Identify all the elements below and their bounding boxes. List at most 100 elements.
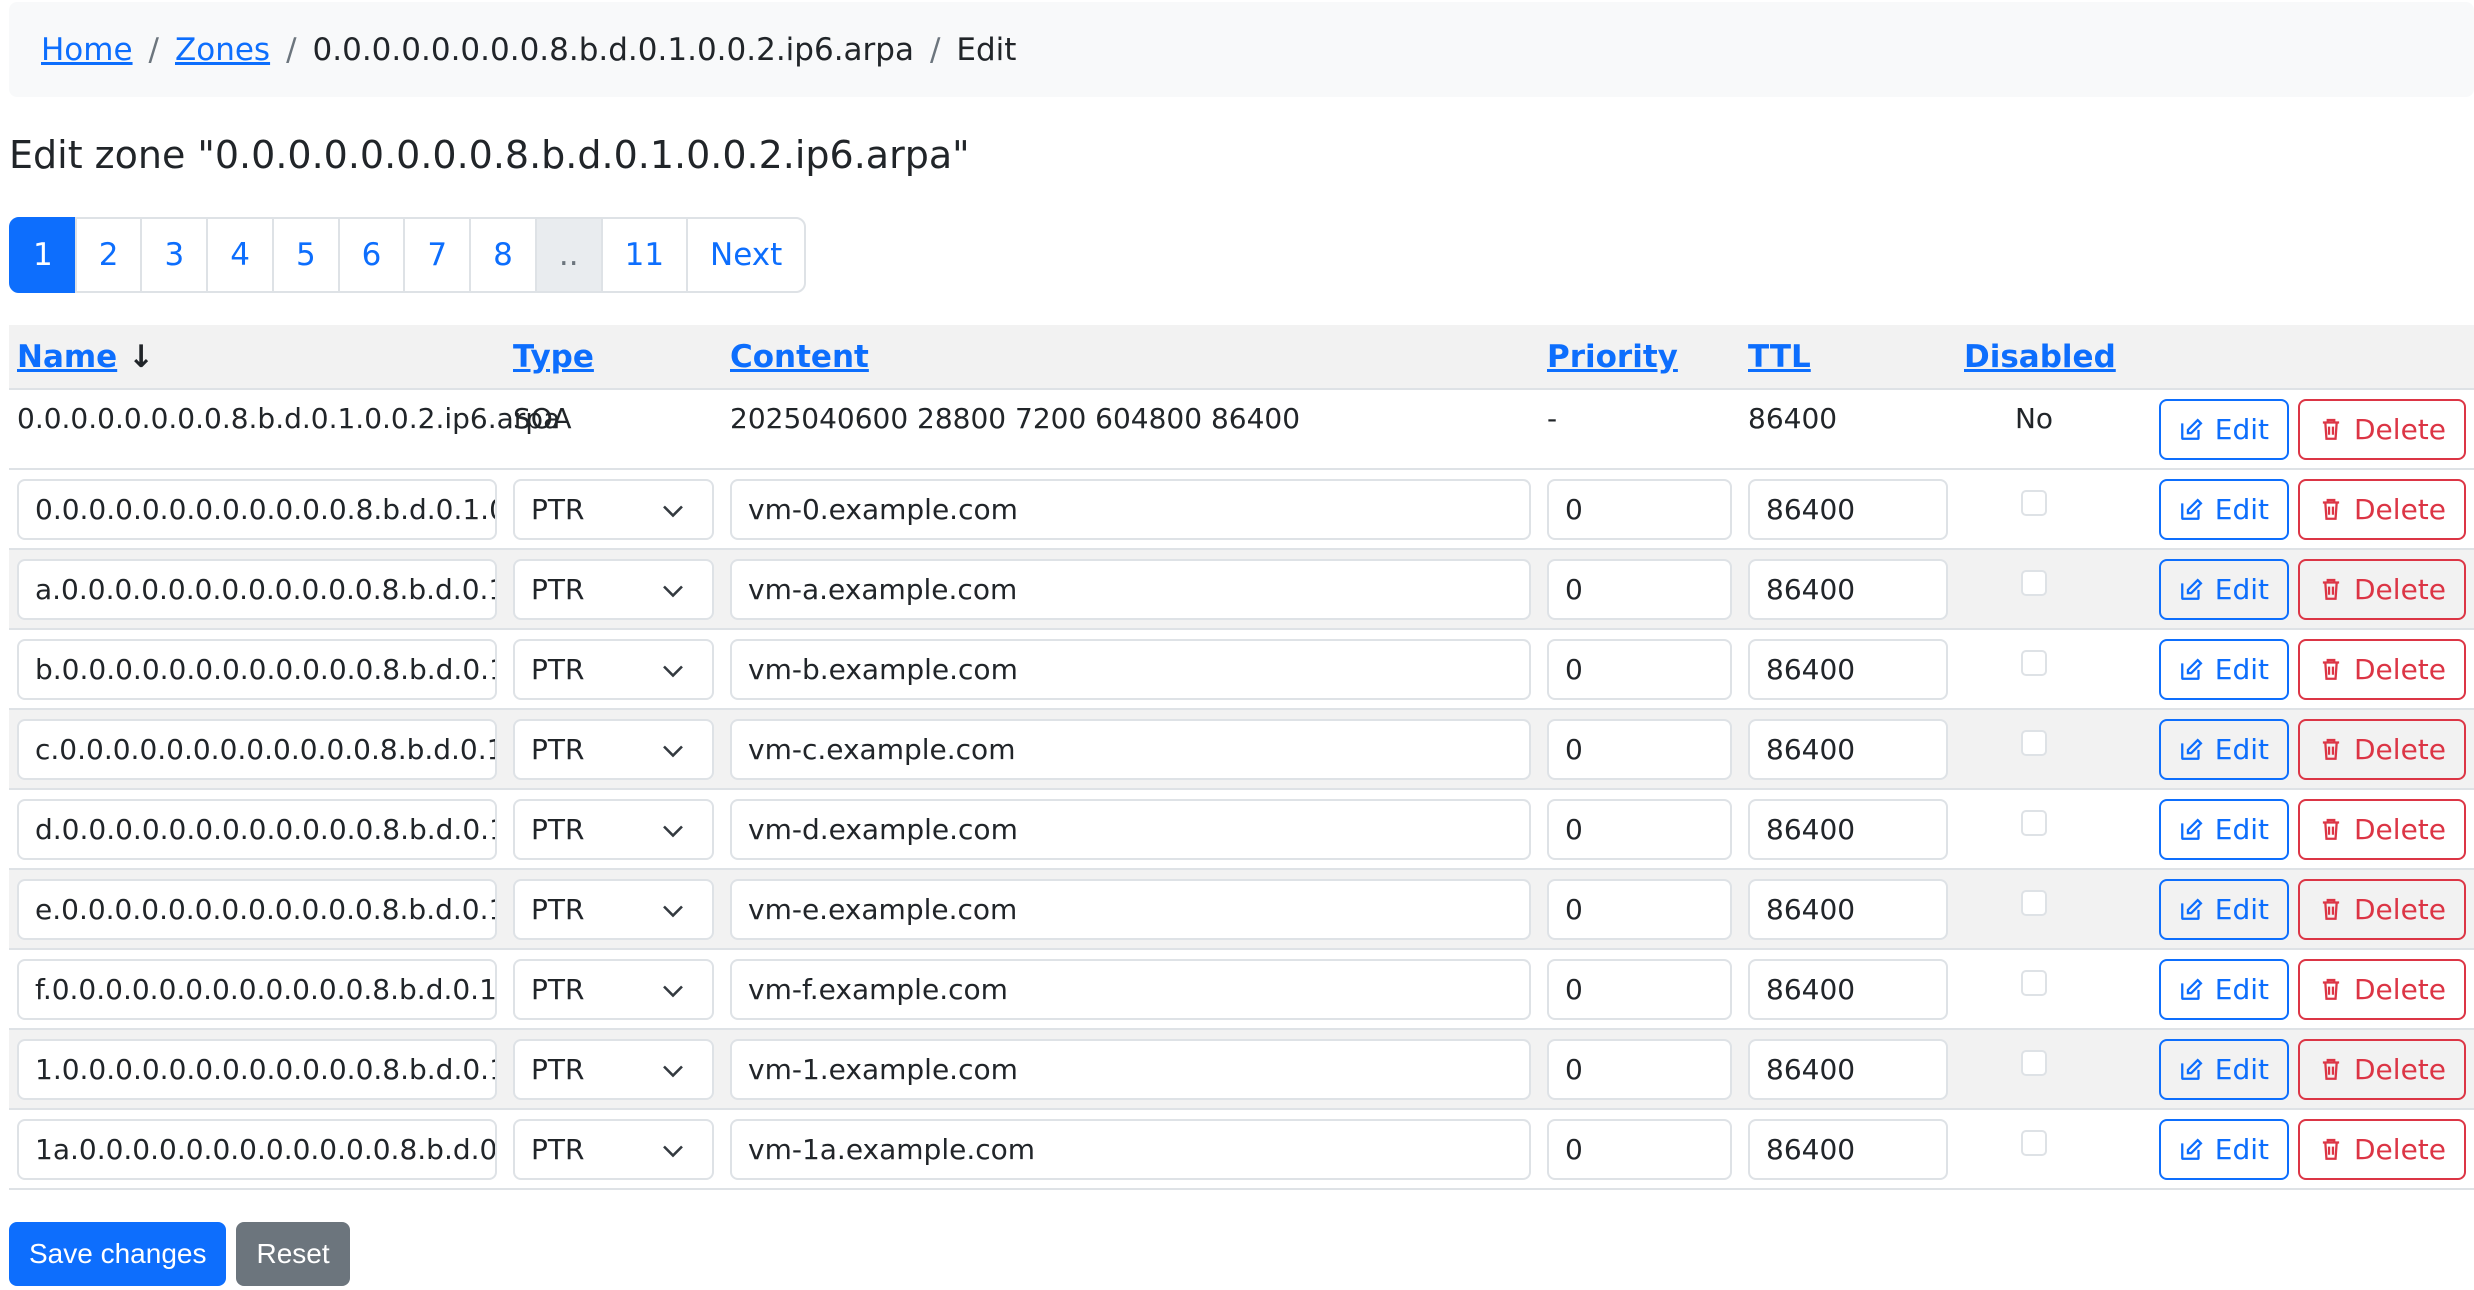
save-changes-button[interactable]: Save changes: [9, 1222, 227, 1286]
content-input[interactable]: vm-1.example.com: [730, 1038, 1531, 1100]
type-select[interactable]: PTR: [513, 878, 714, 940]
page-link-6[interactable]: 6: [337, 217, 406, 293]
page-link-4[interactable]: 4: [206, 217, 274, 293]
priority-input[interactable]: 0: [1547, 798, 1732, 860]
edit-button[interactable]: Edit: [2158, 718, 2289, 780]
priority-input[interactable]: 0: [1547, 478, 1732, 540]
header-content[interactable]: Content: [722, 325, 1539, 390]
delete-button[interactable]: Delete: [2298, 638, 2466, 700]
delete-button[interactable]: Delete: [2298, 878, 2466, 940]
name-input[interactable]: a.0.0.0.0.0.0.0.0.0.0.0.0.8.b.d.0.1.0.0.: [17, 558, 497, 620]
name-input[interactable]: 1.0.0.0.0.0.0.0.0.0.0.0.0.8.b.d.0.1.0.0.…: [17, 1038, 497, 1100]
edit-button[interactable]: Edit: [2158, 398, 2289, 460]
sort-content-link[interactable]: Content: [730, 339, 869, 375]
content-input[interactable]: vm-f.example.com: [730, 958, 1531, 1020]
priority-input[interactable]: 0: [1547, 1038, 1732, 1100]
name-input[interactable]: e.0.0.0.0.0.0.0.0.0.0.0.0.8.b.d.0.1.0.0.: [17, 878, 497, 940]
type-select[interactable]: PTR: [513, 638, 714, 700]
content-input[interactable]: vm-e.example.com: [730, 878, 1531, 940]
edit-button[interactable]: Edit: [2158, 558, 2289, 620]
page-link-11[interactable]: 11: [600, 217, 689, 293]
edit-button[interactable]: Edit: [2158, 638, 2289, 700]
disabled-checkbox[interactable]: [2021, 810, 2047, 836]
ttl-input[interactable]: 86400: [1748, 638, 1948, 700]
content-input[interactable]: vm-a.example.com: [730, 558, 1531, 620]
content-input[interactable]: vm-0.example.com: [730, 478, 1531, 540]
page-link-1[interactable]: 1: [9, 217, 77, 293]
ttl-input[interactable]: 86400: [1748, 878, 1948, 940]
page-link-8[interactable]: 8: [469, 217, 537, 293]
type-select[interactable]: PTR: [513, 958, 714, 1020]
delete-button[interactable]: Delete: [2298, 958, 2466, 1020]
page-link-next[interactable]: Next: [686, 217, 807, 293]
delete-button[interactable]: Delete: [2298, 398, 2466, 460]
ttl-input[interactable]: 86400: [1748, 1038, 1948, 1100]
name-input[interactable]: 0.0.0.0.0.0.0.0.0.0.0.0.8.b.d.0.1.0.0.: [17, 478, 497, 540]
name-input[interactable]: f.0.0.0.0.0.0.0.0.0.0.0.0.8.b.d.0.1.0.0.…: [17, 958, 497, 1020]
disabled-checkbox[interactable]: [2021, 570, 2047, 596]
content-input[interactable]: vm-1a.example.com: [730, 1118, 1531, 1180]
sort-disabled-link[interactable]: Disabled: [1964, 339, 2116, 375]
sort-priority-link[interactable]: Priority: [1547, 339, 1678, 375]
delete-button[interactable]: Delete: [2298, 718, 2466, 780]
page-link-5[interactable]: 5: [271, 217, 340, 293]
breadcrumb-home-link[interactable]: Home: [41, 32, 133, 68]
ttl-input[interactable]: 86400: [1748, 558, 1948, 620]
ttl-input[interactable]: 86400: [1748, 478, 1948, 540]
type-select[interactable]: PTR: [513, 718, 714, 780]
priority-input[interactable]: 0: [1547, 558, 1732, 620]
disabled-checkbox[interactable]: [2021, 490, 2047, 516]
ttl-input[interactable]: 86400: [1748, 958, 1948, 1020]
disabled-checkbox[interactable]: [2021, 650, 2047, 676]
edit-button[interactable]: Edit: [2158, 1038, 2289, 1100]
content-input[interactable]: vm-b.example.com: [730, 638, 1531, 700]
disabled-checkbox[interactable]: [2021, 730, 2047, 756]
page-link-3[interactable]: 3: [140, 217, 209, 293]
reset-button[interactable]: Reset: [236, 1222, 350, 1286]
ttl-input[interactable]: 86400: [1748, 718, 1948, 780]
sort-name-link[interactable]: Name: [17, 339, 117, 375]
edit-button[interactable]: Edit: [2158, 798, 2289, 860]
breadcrumb-zones-link[interactable]: Zones: [175, 32, 270, 68]
sort-ttl-link[interactable]: TTL: [1748, 339, 1811, 375]
type-select[interactable]: PTR: [513, 558, 714, 620]
header-name[interactable]: Name ↓: [9, 325, 505, 390]
priority-input[interactable]: 0: [1547, 638, 1732, 700]
delete-button[interactable]: Delete: [2298, 1118, 2466, 1180]
name-input[interactable]: d.0.0.0.0.0.0.0.0.0.0.0.0.8.b.d.0.1.0.0.: [17, 798, 497, 860]
delete-button[interactable]: Delete: [2298, 478, 2466, 540]
disabled-checkbox[interactable]: [2021, 1130, 2047, 1156]
edit-button[interactable]: Edit: [2158, 878, 2289, 940]
page-link-7[interactable]: 7: [403, 217, 472, 293]
edit-button[interactable]: Edit: [2158, 1118, 2289, 1180]
delete-button[interactable]: Delete: [2298, 1038, 2466, 1100]
content-input[interactable]: vm-d.example.com: [730, 798, 1531, 860]
priority-input[interactable]: 0: [1547, 1118, 1732, 1180]
type-select[interactable]: PTR: [513, 1038, 714, 1100]
delete-button[interactable]: Delete: [2298, 798, 2466, 860]
ttl-input[interactable]: 86400: [1748, 798, 1948, 860]
content-input[interactable]: vm-c.example.com: [730, 718, 1531, 780]
priority-input[interactable]: 0: [1547, 958, 1732, 1020]
name-input[interactable]: b.0.0.0.0.0.0.0.0.0.0.0.0.8.b.d.0.1.0.0.: [17, 638, 497, 700]
delete-button[interactable]: Delete: [2298, 558, 2466, 620]
edit-button[interactable]: Edit: [2158, 478, 2289, 540]
name-input[interactable]: c.0.0.0.0.0.0.0.0.0.0.0.0.8.b.d.0.1.0.0.: [17, 718, 497, 780]
header-ttl[interactable]: TTL: [1740, 325, 1956, 390]
type-select[interactable]: PTR: [513, 798, 714, 860]
edit-button[interactable]: Edit: [2158, 958, 2289, 1020]
type-select[interactable]: PTR: [513, 1118, 714, 1180]
disabled-checkbox[interactable]: [2021, 1050, 2047, 1076]
header-type[interactable]: Type: [505, 325, 722, 390]
header-disabled[interactable]: Disabled: [1956, 325, 2116, 390]
type-select[interactable]: PTR: [513, 478, 714, 540]
name-input[interactable]: 1a.0.0.0.0.0.0.0.0.0.0.0.0.8.b.d.0.1.0.0: [17, 1118, 497, 1180]
sort-type-link[interactable]: Type: [513, 339, 594, 375]
priority-input[interactable]: 0: [1547, 718, 1732, 780]
priority-input[interactable]: 0: [1547, 878, 1732, 940]
ttl-input[interactable]: 86400: [1748, 1118, 1948, 1180]
disabled-checkbox[interactable]: [2021, 890, 2047, 916]
header-priority[interactable]: Priority: [1539, 325, 1740, 390]
disabled-checkbox[interactable]: [2021, 970, 2047, 996]
page-link-2[interactable]: 2: [74, 217, 143, 293]
